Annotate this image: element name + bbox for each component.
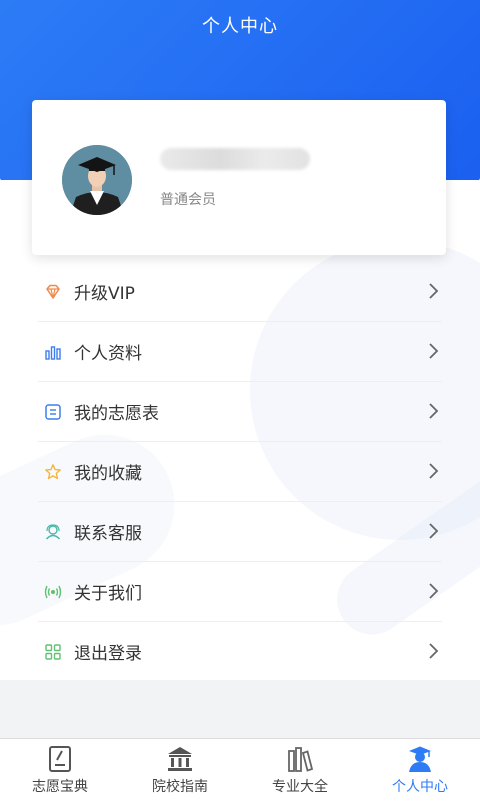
chevron-right-icon	[426, 462, 440, 480]
chevron-right-icon	[426, 642, 440, 660]
tab-personal-center[interactable]: 个人中心	[360, 739, 480, 801]
headset-icon	[44, 523, 62, 541]
tab-school-guide[interactable]: 院校指南	[120, 739, 240, 801]
chevron-right-icon	[426, 522, 440, 540]
menu-item-customer-service[interactable]: 联系客服	[38, 502, 442, 562]
menu-item-label: 我的收藏	[74, 464, 142, 484]
menu-item-upgrade-vip[interactable]: 升级VIP	[38, 262, 442, 322]
tab-application-guide[interactable]: 志愿宝典	[0, 739, 120, 801]
menu-list: 升级VIP 个人资料 我的志愿表 我的收藏 联系客服 关于我们 退出登录	[38, 262, 442, 681]
book-edit-icon	[45, 745, 75, 773]
form-icon	[44, 403, 62, 421]
menu-item-my-applications[interactable]: 我的志愿表	[38, 382, 442, 442]
tab-label: 个人中心	[392, 779, 448, 795]
menu-item-label: 退出登录	[74, 644, 142, 664]
menu-item-profile[interactable]: 个人资料	[38, 322, 442, 382]
profile-card[interactable]: 普通会员	[32, 100, 446, 255]
avatar[interactable]	[62, 145, 132, 215]
building-icon	[165, 745, 195, 773]
menu-item-label: 关于我们	[74, 584, 142, 604]
menu-item-label: 个人资料	[74, 344, 142, 364]
books-icon	[285, 745, 315, 773]
diamond-icon	[44, 283, 62, 301]
menu-item-about-us[interactable]: 关于我们	[38, 562, 442, 622]
tab-label: 专业大全	[272, 779, 328, 795]
menu-item-label: 升级VIP	[74, 284, 135, 304]
tab-label: 院校指南	[152, 779, 208, 795]
graduate-icon	[405, 745, 435, 773]
chevron-right-icon	[426, 342, 440, 360]
menu-item-label: 我的志愿表	[74, 404, 159, 424]
username-blurred	[160, 148, 310, 170]
graduate-avatar-icon	[62, 145, 132, 215]
star-icon	[44, 463, 62, 481]
bar-chart-icon	[44, 343, 62, 361]
chevron-right-icon	[426, 582, 440, 600]
menu-item-logout[interactable]: 退出登录	[38, 622, 442, 681]
member-level: 普通会员	[160, 192, 216, 208]
bottom-tab-bar: 志愿宝典 院校指南 专业大全 个人中心	[0, 738, 480, 801]
chevron-right-icon	[426, 282, 440, 300]
chevron-right-icon	[426, 402, 440, 420]
tab-label: 志愿宝典	[32, 779, 88, 795]
menu-item-label: 联系客服	[74, 524, 142, 544]
grid-icon	[44, 643, 62, 661]
menu-item-favorites[interactable]: 我的收藏	[38, 442, 442, 502]
page-title: 个人中心	[202, 16, 278, 37]
broadcast-icon	[44, 583, 62, 601]
tab-majors[interactable]: 专业大全	[240, 739, 360, 801]
